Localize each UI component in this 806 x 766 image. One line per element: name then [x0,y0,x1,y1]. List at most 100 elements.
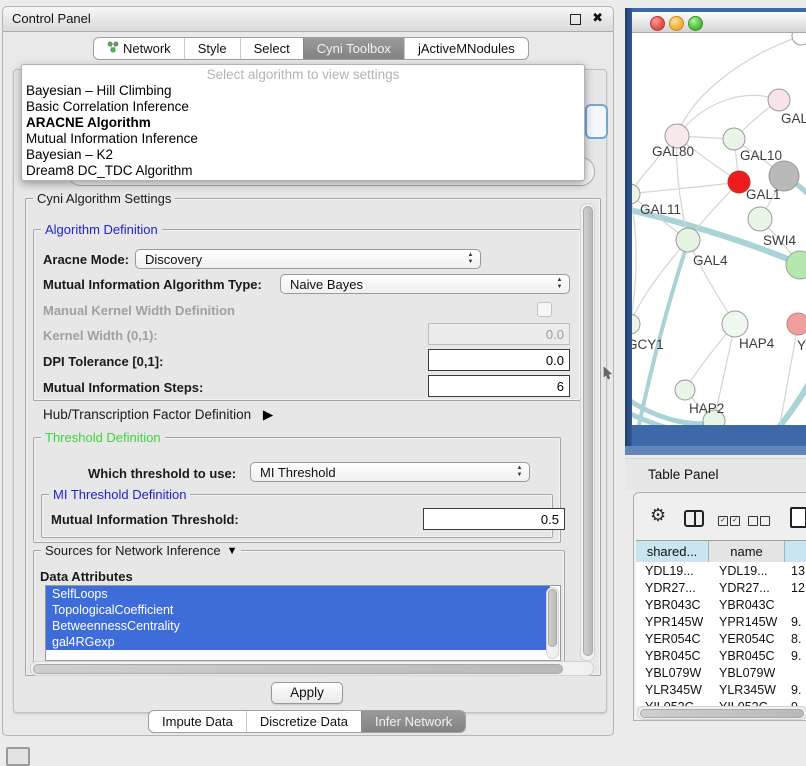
node-label: GAL11 [640,202,681,217]
tab-network-label: Network [123,41,171,56]
mouse-cursor [603,367,613,380]
table-panel-bar: Table Panel [625,458,806,491]
node-label: GAL [781,111,806,126]
control-panel-window: Control Panel ✖ Network Style Select Cyn… [2,6,614,736]
data-attributes-label: Data Attributes [40,569,133,584]
cyni-settings-title: Cyni Algorithm Settings [33,191,175,206]
node-salmon[interactable] [787,313,806,335]
settings-horizontal-scrollbar[interactable] [30,661,594,676]
apply-button[interactable]: Apply [271,682,343,704]
tab-cyni-toolbox[interactable]: Cyni Toolbox [303,38,404,59]
manual-kernel-label: Manual Kernel Width Definition [43,303,235,318]
network-tab-icon [107,41,119,56]
node-hap2[interactable] [675,380,695,400]
aracne-mode-combo[interactable]: Discovery ▲▼ [135,249,481,269]
network-frame-edge [625,8,632,455]
data-attributes-list[interactable]: SelfLoops TopologicalCoefficient Between… [45,585,561,661]
mi-steps-field[interactable] [428,375,570,397]
close-panel-icon[interactable]: ✖ [592,10,603,26]
mi-type-label: Mutual Information Algorithm Type: [43,277,262,292]
table-panel-title: Table Panel [648,467,719,482]
list-scrollbar[interactable] [546,587,559,659]
node-label: Y [797,338,806,353]
which-threshold-combo[interactable]: MI Threshold ▲▼ [250,462,530,482]
restore-panel-icon[interactable] [6,747,30,766]
dropdown-item[interactable]: Bayesian – Hill Climbing [26,83,172,98]
mi-type-combo[interactable]: Naive Bayes ▲▼ [280,274,570,294]
stepper-icon: ▲▼ [555,277,564,291]
dropdown-item[interactable]: Bayesian – K2 [26,147,113,162]
focused-combo-stepper-fragment[interactable] [585,104,608,139]
table-body: YDL19...YDL19...13 YDR27...YDR27...12 YB… [636,562,806,706]
node-pink[interactable] [768,89,790,111]
dropdown-item[interactable]: Mutual Information Inference [26,131,198,146]
dropdown-item-aracne[interactable]: ARACNE Algorithm [26,115,151,130]
new-table-icon[interactable] [790,507,806,528]
stepper-icon: ▲▼ [515,465,524,479]
column-header-shared[interactable]: shared... [636,541,709,562]
dropdown-placeholder: Select algorithm to view settings [22,67,584,82]
collapse-down-icon[interactable]: ▼ [227,545,238,557]
tab-discretize-data[interactable]: Discretize Data [246,711,361,732]
tab-impute-data[interactable]: Impute Data [149,711,246,732]
dropdown-item[interactable]: Basic Correlation Inference [26,99,189,114]
node-label: SWI4 [763,233,796,248]
network-window-titlebar[interactable] [632,12,806,33]
window-minimize-icon[interactable] [669,16,684,31]
tab-style[interactable]: Style [184,38,240,59]
dpi-tolerance-field[interactable] [428,349,570,371]
node-label: GAL1 [746,187,781,202]
list-item[interactable]: TopologicalCoefficient [46,602,550,618]
tab-network[interactable]: Network [94,38,184,59]
control-panel-titlebar[interactable]: Control Panel ✖ [3,7,613,32]
tab-select[interactable]: Select [240,38,303,59]
node-gcy1[interactable] [632,314,640,334]
network-frame-bottom [625,446,806,455]
float-panel-icon[interactable] [570,14,581,25]
settings-vertical-scrollbar[interactable] [580,203,595,661]
node-gal4[interactable] [676,228,700,252]
bottom-tabbar: Impute Data Discretize Data Infer Networ… [148,710,466,733]
mi-threshold-group-title: MI Threshold Definition [49,487,190,502]
node-gal10[interactable] [723,128,745,150]
sources-title: Sources for Network Inference [45,543,221,558]
stepper-icon: ▲▼ [466,252,475,266]
algorithm-dropdown-popup: Select algorithm to view settings Bayesi… [21,64,585,181]
node-cut-top[interactable] [792,33,806,45]
node-swi4[interactable] [748,207,772,231]
column-header-name[interactable]: name [709,541,785,562]
tab-jactivemnodules[interactable]: jActiveMNodules [404,38,528,59]
network-view-window[interactable]: GAL GAL80 GAL10 GAL1 GAL11 SWI4 GAL4 GCY… [625,8,806,455]
which-threshold-label: Which threshold to use: [88,466,236,481]
control-panel-tabbar: Network Style Select Cyni Toolbox jActiv… [93,37,529,60]
mi-steps-label: Mutual Information Steps: [43,380,203,395]
node-label: HAP4 [739,336,775,351]
node-hap4[interactable] [722,311,748,337]
columns-icon[interactable] [684,510,704,527]
select-all-checks-icon[interactable]: ✓✓ [718,512,742,530]
network-canvas[interactable]: GAL GAL80 GAL10 GAL1 GAL11 SWI4 GAL4 GCY… [632,33,806,425]
list-item[interactable]: SelfLoops [46,586,550,602]
table-panel: ⚙ ✓✓ shared... name YDL19...YDL19...13 Y… [633,492,806,721]
deselect-all-checks-icon[interactable] [748,512,772,530]
window-zoom-icon[interactable] [688,16,703,31]
window-close-icon[interactable] [650,16,665,31]
network-graph: GAL GAL80 GAL10 GAL1 GAL11 SWI4 GAL4 GCY… [632,33,806,425]
table-toolbar: ⚙ ✓✓ [634,493,806,537]
node-label: GCY1 [632,337,664,352]
table-horizontal-scrollbar[interactable] [637,706,806,720]
table-header-row: shared... name [636,540,806,563]
hub-definition-toggle[interactable]: Hub/Transcription Factor Definition ▶ [43,407,273,423]
node-bright-green[interactable] [786,251,806,279]
node-label: GAL4 [693,253,728,268]
column-header-extra[interactable] [785,541,806,562]
tab-infer-network[interactable]: Infer Network [361,711,465,732]
algorithm-definition-title: Algorithm Definition [41,222,162,237]
list-item[interactable]: BetweennessCentrality [46,618,550,634]
mi-threshold-field[interactable] [423,508,565,530]
kernel-width-field[interactable] [428,323,570,345]
gear-icon[interactable]: ⚙ [650,505,666,526]
manual-kernel-checkbox[interactable] [537,302,552,317]
list-item[interactable]: gal4RGexp [46,634,550,650]
dropdown-item[interactable]: Dream8 DC_TDC Algorithm [26,163,193,178]
